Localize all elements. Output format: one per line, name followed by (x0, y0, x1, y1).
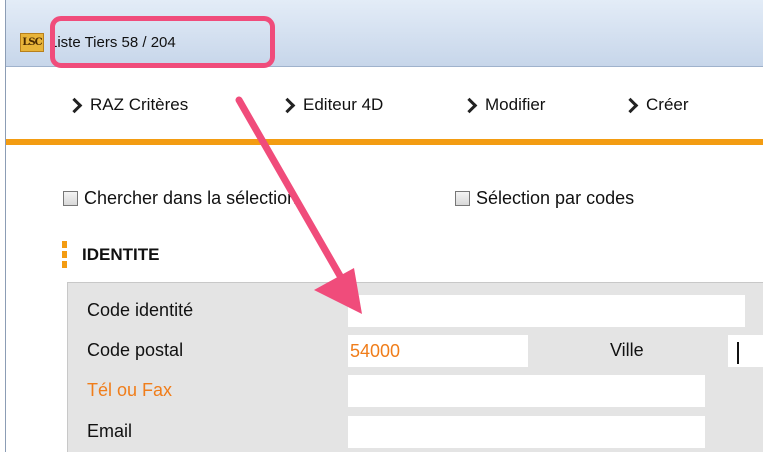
title-highlight-box (50, 16, 275, 68)
ville-input[interactable] (728, 335, 763, 367)
creer-button[interactable]: Créer (622, 92, 689, 118)
select-by-codes-label: Sélection par codes (476, 188, 635, 208)
code-postal-label: Code postal (87, 340, 184, 360)
tel-fax-label[interactable]: Tél ou Fax (87, 380, 172, 401)
checkbox-box[interactable] (63, 191, 78, 206)
checkbox-box[interactable] (455, 191, 470, 206)
section-title: IDENTITE (82, 245, 160, 264)
select-by-codes-checkbox[interactable]: Sélection par codes (455, 188, 634, 209)
raz-criteres-button[interactable]: RAZ Critères (66, 92, 189, 118)
editeur-4d-button[interactable]: Editeur 4D (279, 92, 384, 118)
modifier-label: Modifier (485, 95, 546, 114)
app-logo-icon: LSC (20, 33, 44, 52)
code-identite-label: Code identité (87, 300, 194, 320)
creer-label: Créer (646, 95, 689, 114)
search-in-selection-label: Chercher dans la sélection (84, 188, 298, 208)
chevron-right-icon (461, 97, 478, 113)
toolbar-divider (6, 139, 763, 145)
tel-fax-input[interactable] (348, 375, 705, 407)
ville-label: Ville (610, 340, 644, 360)
chevron-right-icon (279, 97, 296, 113)
email-label: Email (87, 421, 133, 441)
modifier-button[interactable]: Modifier (461, 92, 546, 118)
editeur-4d-label: Editeur 4D (303, 95, 384, 114)
code-identite-input[interactable] (348, 295, 745, 327)
search-in-selection-checkbox[interactable]: Chercher dans la sélection (63, 188, 297, 209)
section-marker (62, 241, 67, 271)
toolbar: RAZ Critères Editeur 4D Modifier Créer (6, 67, 763, 139)
chevron-right-icon (622, 97, 639, 113)
text-caret (737, 342, 739, 364)
code-postal-input[interactable] (348, 335, 528, 367)
email-input[interactable] (348, 416, 705, 448)
raz-criteres-label: RAZ Critères (90, 95, 189, 114)
chevron-right-icon (66, 97, 83, 113)
